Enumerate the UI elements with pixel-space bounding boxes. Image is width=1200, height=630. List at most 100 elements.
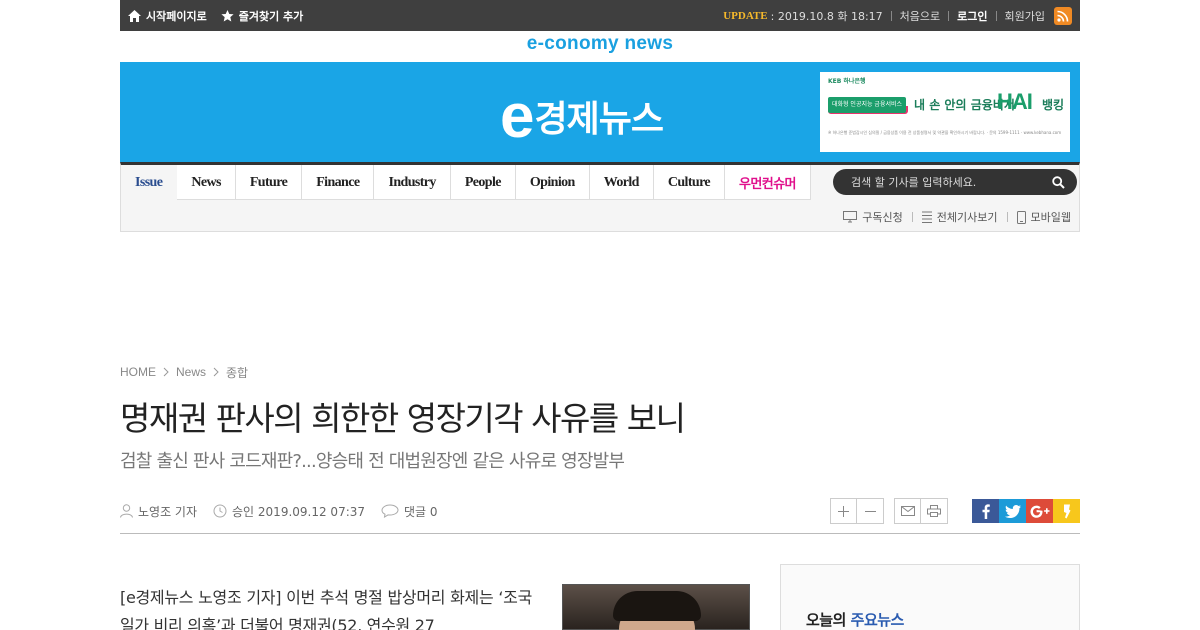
- ad-hai: HAI: [997, 89, 1033, 114]
- kakao-story-button[interactable]: [1053, 499, 1080, 523]
- article-body: [e경제뉴스 노영조 기자] 이번 추석 명절 밥상머리 화제는 ‘조국 일가 …: [120, 588, 532, 630]
- menu-item-opinion[interactable]: Opinion: [516, 165, 590, 200]
- list-icon: [921, 211, 932, 223]
- facebook-icon: [982, 503, 990, 519]
- top-utility-bar: 시작페이지로 즐겨찾기 추가 UPDATE : 2019.10.8 화 18:1…: [120, 0, 1080, 31]
- start-page-label: 시작페이지로: [146, 9, 207, 23]
- google-plus-button[interactable]: [1026, 499, 1053, 523]
- social-share: [972, 499, 1080, 523]
- sidebar-title: 오늘의 주요뉴스: [806, 609, 904, 630]
- divider: [995, 10, 997, 21]
- subscribe-link[interactable]: 구독신청: [843, 209, 903, 225]
- breadcrumb-section[interactable]: News: [176, 365, 206, 379]
- menu-item-future[interactable]: Future: [236, 165, 303, 200]
- menu-item-industry[interactable]: Industry: [374, 165, 451, 200]
- divider: [890, 10, 892, 21]
- print-button[interactable]: [921, 499, 947, 523]
- home-icon: [128, 9, 141, 22]
- twitter-button[interactable]: [999, 499, 1026, 523]
- kakao-story-icon: [1063, 504, 1070, 518]
- logo-e: e: [500, 82, 535, 151]
- subscribe-label: 구독신청: [862, 211, 903, 224]
- site-tagline: e-conomy news: [526, 33, 674, 54]
- comment-info[interactable]: 댓글 0: [381, 503, 438, 520]
- ad-banking: 뱅킹: [1042, 98, 1065, 112]
- sidebar-title-highlight: 주요뉴스: [850, 611, 905, 629]
- menu-item-woman-consumer[interactable]: 우먼컨슈머: [725, 165, 811, 200]
- menu-bar: Issue News Future Finance Industry Peopl…: [121, 165, 811, 200]
- search-icon[interactable]: [1052, 175, 1065, 189]
- search-box: [833, 169, 1077, 195]
- menu-item-culture[interactable]: Culture: [654, 165, 726, 200]
- header-ad-banner[interactable]: KEB 하나은행 대화형 인공지능 금융서비스 내 손 안의 금융비서 HAI …: [820, 72, 1070, 152]
- mobile-icon: [1016, 210, 1026, 224]
- menu-item-world[interactable]: World: [590, 165, 654, 200]
- signup-link[interactable]: 회원가입: [1005, 8, 1045, 24]
- star-icon: [221, 9, 234, 21]
- logo-text: 경제뉴스: [534, 99, 663, 140]
- chevron-right-icon: [213, 367, 219, 377]
- menu-item-finance[interactable]: Finance: [302, 165, 375, 200]
- nav-sub-links: 구독신청 전체기사보기 모바일웹: [843, 209, 1071, 225]
- search-input[interactable]: [851, 175, 1041, 189]
- rss-button[interactable]: [1054, 6, 1072, 25]
- facebook-button[interactable]: [972, 499, 999, 523]
- photo-hair: [613, 591, 701, 621]
- article-tools: [820, 498, 1080, 524]
- menu-item-people[interactable]: People: [451, 165, 516, 200]
- printer-icon: [927, 505, 941, 517]
- author-info: 노영조 기자: [120, 503, 197, 520]
- divider: [1006, 212, 1008, 222]
- comment-icon: [381, 504, 399, 518]
- monitor-icon: [843, 211, 858, 223]
- bookmark-label: 즐겨찾기 추가: [238, 9, 304, 23]
- update-date: : 2019.10.8 화 18:17: [770, 9, 883, 23]
- twitter-icon: [1004, 504, 1021, 518]
- approved-info: 승인 2019.09.12 07:37: [213, 503, 365, 520]
- bookmark-link[interactable]: 즐겨찾기 추가: [221, 8, 304, 24]
- google-plus-icon: [1030, 505, 1049, 518]
- sidebar-title-prefix: 오늘의: [806, 611, 846, 629]
- share-controls: [894, 498, 948, 524]
- update-label: UPDATE: [723, 9, 768, 22]
- author-name[interactable]: 노영조 기자: [138, 503, 197, 520]
- home-link[interactable]: 처음으로: [900, 8, 940, 24]
- all-articles-label: 전체기사보기: [936, 211, 998, 224]
- site-header: e 경제뉴스 KEB 하나은행 대화형 인공지능 금융서비스 내 손 안의 금융…: [120, 62, 1080, 162]
- menu-item-issue[interactable]: Issue: [121, 165, 178, 200]
- main-navigation: Issue News Future Finance Industry Peopl…: [120, 162, 1080, 232]
- font-decrease-button[interactable]: [857, 499, 883, 523]
- font-size-controls: [830, 498, 884, 524]
- divider: [911, 212, 913, 222]
- sidebar-top-news: 오늘의 주요뉴스: [780, 564, 1080, 630]
- login-link[interactable]: 로그인: [957, 8, 987, 24]
- mobile-link[interactable]: 모바일웹: [1016, 209, 1071, 225]
- clock-icon: [213, 504, 227, 518]
- person-icon: [120, 504, 133, 518]
- approved-date: 승인 2019.09.12 07:37: [232, 504, 366, 519]
- ad-bank-name: KEB 하나은행: [828, 78, 866, 85]
- font-increase-button[interactable]: [831, 499, 857, 523]
- comment-count: 댓글 0: [404, 504, 438, 519]
- article-photo: [562, 584, 750, 630]
- minus-icon: [864, 510, 876, 512]
- rss-icon: [1057, 10, 1069, 22]
- plus-icon: [838, 505, 849, 517]
- article-title: 명재권 판사의 희한한 영장기각 사유를 보니: [120, 399, 686, 438]
- chevron-right-icon: [163, 367, 169, 377]
- article-meta: 노영조 기자 승인 2019.09.12 07:37 댓글 0: [120, 498, 1080, 524]
- mail-icon: [900, 506, 915, 516]
- ad-fine-print: ※ 하나은행 준법감시인 심의필 / 금융상품 이용 전 상품설명서 및 약관을…: [828, 130, 1062, 135]
- divider: [948, 10, 950, 21]
- breadcrumb-home[interactable]: HOME: [120, 365, 156, 379]
- breadcrumb: HOME News 종합: [120, 364, 1080, 380]
- mobile-label: 모바일웹: [1030, 211, 1071, 224]
- site-logo[interactable]: e 경제뉴스: [500, 82, 664, 151]
- article-subtitle: 검찰 출신 판사 코드재판?...양승태 전 대법원장엔 같은 사유로 영장발부: [120, 451, 625, 472]
- all-articles-link[interactable]: 전체기사보기: [921, 209, 998, 225]
- meta-divider: [120, 533, 1080, 534]
- menu-item-news[interactable]: News: [177, 165, 236, 200]
- email-button[interactable]: [895, 499, 921, 523]
- start-page-link[interactable]: 시작페이지로: [128, 8, 207, 24]
- breadcrumb-sub[interactable]: 종합: [226, 364, 248, 381]
